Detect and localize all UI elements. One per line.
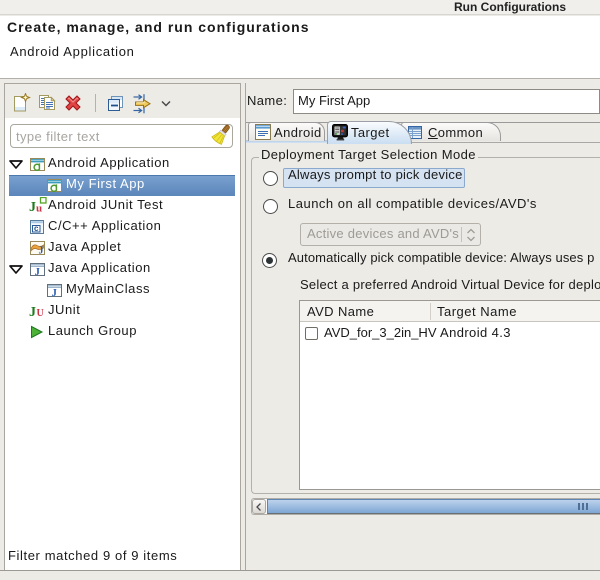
- svg-text:J: J: [35, 267, 40, 276]
- svg-text:c: c: [34, 224, 39, 233]
- svg-text:U: U: [37, 308, 44, 319]
- svg-text:u: u: [36, 203, 42, 215]
- svg-text:J: J: [39, 246, 44, 256]
- svg-text:J: J: [52, 288, 57, 297]
- svg-text:J: J: [29, 305, 36, 319]
- svg-text:J: J: [29, 200, 36, 214]
